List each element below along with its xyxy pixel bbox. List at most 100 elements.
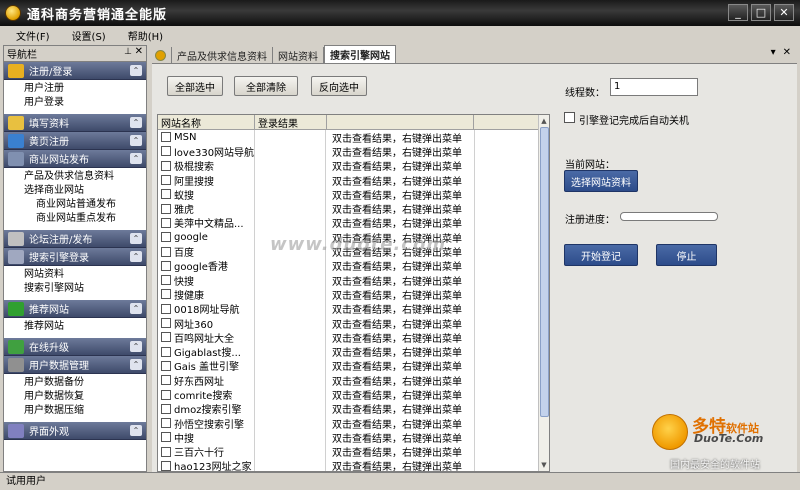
- row-checkbox[interactable]: [161, 318, 171, 329]
- collapse-chevron-icon[interactable]: ⌃: [130, 135, 142, 146]
- sidebar-item[interactable]: 产品及供求信息资料: [4, 170, 146, 184]
- table-row[interactable]: 中搜 双击查看结果，右键弹出菜单: [158, 430, 540, 445]
- row-checkbox[interactable]: [161, 189, 171, 200]
- sidebar-item[interactable]: 商业网站重点发布: [4, 212, 146, 226]
- scroll-up-icon[interactable]: ▲: [539, 116, 549, 126]
- collapse-chevron-icon[interactable]: ⌃: [130, 153, 142, 164]
- sidebar-section[interactable]: 黄页注册 ⌃: [4, 132, 146, 150]
- row-checkbox[interactable]: [161, 146, 171, 157]
- close-button[interactable]: ✕: [774, 4, 794, 21]
- row-checkbox[interactable]: [161, 432, 171, 443]
- row-checkbox[interactable]: [161, 217, 171, 228]
- sidebar-section[interactable]: 用户数据管理 ⌃: [4, 356, 146, 374]
- collapse-chevron-icon[interactable]: ⌃: [130, 233, 142, 244]
- sidebar-section[interactable]: 注册/登录 ⌃: [4, 62, 146, 80]
- sidebar-item[interactable]: 用户登录: [4, 96, 146, 110]
- menu-help[interactable]: 帮助(H): [126, 27, 165, 44]
- row-checkbox[interactable]: [161, 346, 171, 357]
- table-row[interactable]: 好东西网址 双击查看结果，右键弹出菜单: [158, 373, 540, 388]
- menu-settings[interactable]: 设置(S): [70, 27, 108, 44]
- threads-input[interactable]: 1: [610, 78, 698, 96]
- maximize-button[interactable]: □: [751, 4, 771, 21]
- row-checkbox[interactable]: [161, 446, 171, 457]
- row-checkbox[interactable]: [161, 203, 171, 214]
- collapse-chevron-icon[interactable]: ⌃: [130, 117, 142, 128]
- row-checkbox[interactable]: [161, 360, 171, 371]
- sidebar-section[interactable]: 界面外观 ⌃: [4, 422, 146, 440]
- row-checkbox[interactable]: [161, 332, 171, 343]
- row-checkbox[interactable]: [161, 375, 171, 386]
- table-row[interactable]: google香港 双击查看结果，右键弹出菜单: [158, 258, 540, 273]
- table-row[interactable]: Gais 盖世引擎 双击查看结果，右键弹出菜单: [158, 358, 540, 373]
- sidebar-item[interactable]: 用户数据压缩: [4, 404, 146, 418]
- scroll-thumb[interactable]: [540, 127, 549, 417]
- row-checkbox[interactable]: [161, 160, 171, 171]
- row-checkbox[interactable]: [161, 246, 171, 257]
- sidebar-item[interactable]: 商业网站普通发布: [4, 198, 146, 212]
- table-row[interactable]: 0018网址导航 双击查看结果，右键弹出菜单: [158, 301, 540, 316]
- column-login-result[interactable]: 登录结果: [255, 115, 327, 130]
- table-row[interactable]: 孙悟空搜索引擎 双击查看结果，右键弹出菜单: [158, 415, 540, 431]
- row-checkbox[interactable]: [161, 303, 171, 314]
- table-row[interactable]: 百鸣网址大全 双击查看结果，右键弹出菜单: [158, 330, 540, 345]
- sidebar-section[interactable]: 搜索引擎登录 ⌃: [4, 248, 146, 266]
- row-checkbox[interactable]: [161, 403, 171, 414]
- table-row[interactable]: hao123网址之家 双击查看结果，右键弹出菜单: [158, 458, 540, 471]
- sidebar-item[interactable]: 网站资料: [4, 268, 146, 282]
- collapse-chevron-icon[interactable]: ⌃: [130, 65, 142, 76]
- table-row[interactable]: 网址360 双击查看结果，右键弹出菜单: [158, 315, 540, 331]
- table-scrollbar[interactable]: ▲ ▼: [538, 115, 549, 471]
- scroll-down-icon[interactable]: ▼: [539, 460, 549, 470]
- tab-site-info[interactable]: 网站资料: [273, 47, 324, 63]
- column-site-name[interactable]: 网站名称: [158, 115, 255, 130]
- table-row[interactable]: Gigablast搜... 双击查看结果，右键弹出菜单: [158, 344, 540, 359]
- sidebar-item[interactable]: 搜索引擎网站: [4, 282, 146, 296]
- sidebar-item[interactable]: 选择商业网站: [4, 184, 146, 198]
- table-row[interactable]: 阿里搜搜 双击查看结果，右键弹出菜单: [158, 172, 540, 188]
- row-checkbox[interactable]: [161, 275, 171, 286]
- table-row[interactable]: 雅虎 双击查看结果，右键弹出菜单: [158, 201, 540, 216]
- row-checkbox[interactable]: [161, 460, 171, 471]
- stop-button[interactable]: 停止: [656, 244, 717, 266]
- auto-shutdown-checkbox[interactable]: [564, 112, 575, 123]
- minimize-button[interactable]: _: [728, 4, 748, 21]
- menu-file[interactable]: 文件(F): [14, 27, 52, 44]
- sidebar-item[interactable]: 用户注册: [4, 82, 146, 96]
- table-row[interactable]: comrite搜索 双击查看结果，右键弹出菜单: [158, 387, 540, 402]
- tab-menu-icon[interactable]: ▾: [771, 47, 776, 58]
- sidebar-section[interactable]: 论坛注册/发布 ⌃: [4, 230, 146, 248]
- sidebar-item[interactable]: 推荐网站: [4, 320, 146, 334]
- sidebar-item[interactable]: 用户数据备份: [4, 376, 146, 390]
- table-row[interactable]: 三百六十行 双击查看结果，右键弹出菜单: [158, 444, 540, 459]
- collapse-chevron-icon[interactable]: ⌃: [130, 359, 142, 370]
- clear-all-button[interactable]: 全部清除: [234, 76, 298, 96]
- row-checkbox[interactable]: [161, 289, 171, 300]
- table-row[interactable]: 快搜 双击查看结果，右键弹出菜单: [158, 272, 540, 288]
- sidebar-section[interactable]: 商业网站发布 ⌃: [4, 150, 146, 168]
- table-row[interactable]: 美萍中文精品... 双击查看结果，右键弹出菜单: [158, 215, 540, 230]
- row-checkbox[interactable]: [161, 232, 171, 243]
- row-checkbox[interactable]: [161, 132, 171, 143]
- sidebar-section[interactable]: 推荐网站 ⌃: [4, 300, 146, 318]
- collapse-chevron-icon[interactable]: ⌃: [130, 303, 142, 314]
- collapse-chevron-icon[interactable]: ⌃: [130, 251, 142, 262]
- table-row[interactable]: MSN 双击查看结果，右键弹出菜单: [158, 130, 540, 145]
- tab-search-engines[interactable]: 搜索引擎网站: [324, 45, 396, 63]
- collapse-chevron-icon[interactable]: ⌃: [130, 425, 142, 436]
- invert-selection-button[interactable]: 反向选中: [311, 76, 367, 96]
- row-checkbox[interactable]: [161, 175, 171, 186]
- table-row[interactable]: dmoz搜索引擎 双击查看结果，右键弹出菜单: [158, 401, 540, 416]
- sidebar-section[interactable]: 在线升级 ⌃: [4, 338, 146, 356]
- table-row[interactable]: 搜健康 双击查看结果，右键弹出菜单: [158, 287, 540, 302]
- sidebar-section[interactable]: 填写资料 ⌃: [4, 114, 146, 132]
- table-row[interactable]: love330网站导航 双击查看结果，右键弹出菜单: [158, 144, 540, 159]
- select-all-button[interactable]: 全部选中: [167, 76, 223, 96]
- tab-close-icon[interactable]: ✕: [783, 47, 791, 58]
- row-checkbox[interactable]: [161, 418, 171, 429]
- sidebar-close-icon[interactable]: ✕: [135, 46, 143, 57]
- pin-icon[interactable]: ⊥: [124, 47, 132, 57]
- collapse-chevron-icon[interactable]: ⌃: [130, 341, 142, 352]
- table-row[interactable]: 极棍搜索 双击查看结果，右键弹出菜单: [158, 158, 540, 173]
- choose-site-button[interactable]: 选择网站资料: [564, 170, 638, 192]
- row-checkbox[interactable]: [161, 260, 171, 271]
